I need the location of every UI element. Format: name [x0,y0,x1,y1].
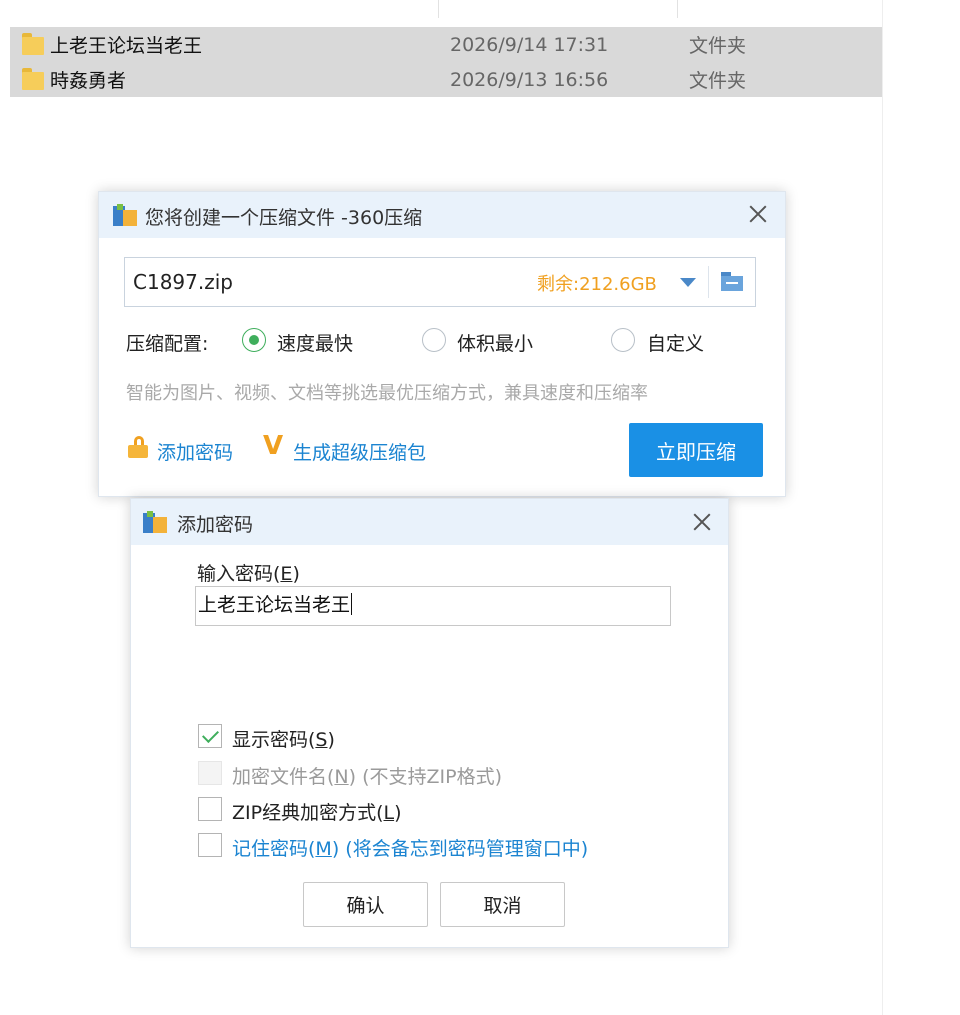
option-custom-label[interactable]: 自定义 [647,329,704,356]
360zip-app-icon [113,204,137,226]
file-name: 時姦勇者 [50,70,127,92]
file-row[interactable]: 上老王论坛当老王 2026/9/14 17:31 文件夹 [10,27,882,62]
encrypt-filenames-checkbox[interactable] [198,761,222,785]
file-type: 文件夹 [689,70,747,92]
folder-icon [22,68,44,90]
zip-classic-encryption-checkbox[interactable] [198,797,222,821]
show-password-checkbox[interactable] [198,724,222,748]
file-date: 2026/9/13 16:56 [450,68,609,91]
file-row[interactable]: 時姦勇者 2026/9/13 16:56 文件夹 [10,62,882,97]
close-icon[interactable] [746,202,770,226]
lock-icon[interactable] [128,436,148,458]
show-password-label[interactable]: 显示密码(S) [232,725,335,752]
option-fastest-label[interactable]: 速度最快 [277,329,353,356]
compress-now-button[interactable]: 立即压缩 [629,423,763,477]
chevron-down-icon[interactable] [680,278,696,287]
dialog-title: 添加密码 [177,514,254,536]
cancel-button[interactable]: 取消 [440,882,565,927]
dialog-titlebar[interactable]: 添加密码 [131,499,728,545]
confirm-button[interactable]: 确认 [303,882,428,927]
archive-path-field[interactable]: C1897.zip 剩余:212.6GB [124,257,756,307]
remember-password-checkbox[interactable] [198,833,222,857]
folder-browse-icon[interactable] [721,272,743,292]
compress-dialog: 您将创建一个压缩文件 -360压缩 C1897.zip 剩余:212.6GB 压… [98,191,786,497]
add-password-dialog: 添加密码 输入密码(E) 上老王论坛当老王 显示密码(S) 加密文件名(N) (… [130,498,729,948]
encrypt-filenames-label[interactable]: 加密文件名(N) (不支持ZIP格式) [232,762,502,789]
zip-classic-encryption-label[interactable]: ZIP经典加密方式(L) [232,798,402,825]
add-password-link[interactable]: 添加密码 [157,438,233,465]
radio-smallest[interactable] [422,328,446,352]
folder-icon [22,33,44,55]
password-input-label: 输入密码(E) [197,563,300,585]
file-name: 上老王论坛当老王 [50,35,203,57]
radio-custom[interactable] [611,328,635,352]
column-divider[interactable] [438,0,439,18]
free-space-label: 剩余:212.6GB [537,274,657,295]
option-smallest-label[interactable]: 体积最小 [457,329,533,356]
config-label: 压缩配置: [126,333,209,355]
password-input[interactable]: 上老王论坛当老王 [195,586,671,626]
remember-password-label[interactable]: 记住密码(M) (将会备忘到密码管理窗口中) [232,834,588,861]
archive-filename[interactable]: C1897.zip [133,270,233,294]
radio-fastest[interactable] [242,328,266,352]
column-divider[interactable] [677,0,678,18]
dialog-titlebar[interactable]: 您将创建一个压缩文件 -360压缩 [99,192,785,238]
super-pack-icon[interactable]: V [263,431,283,461]
360zip-app-icon [143,511,167,533]
divider [708,266,709,298]
password-value: 上老王论坛当老王 [198,594,351,616]
file-date: 2026/9/14 17:31 [450,33,609,56]
super-pack-link[interactable]: 生成超级压缩包 [293,438,426,465]
compression-hint: 智能为图片、视频、文档等挑选最优压缩方式，兼具速度和压缩率 [126,383,648,404]
file-type: 文件夹 [689,35,747,57]
close-icon[interactable] [690,510,714,534]
dialog-title: 您将创建一个压缩文件 -360压缩 [145,207,423,229]
